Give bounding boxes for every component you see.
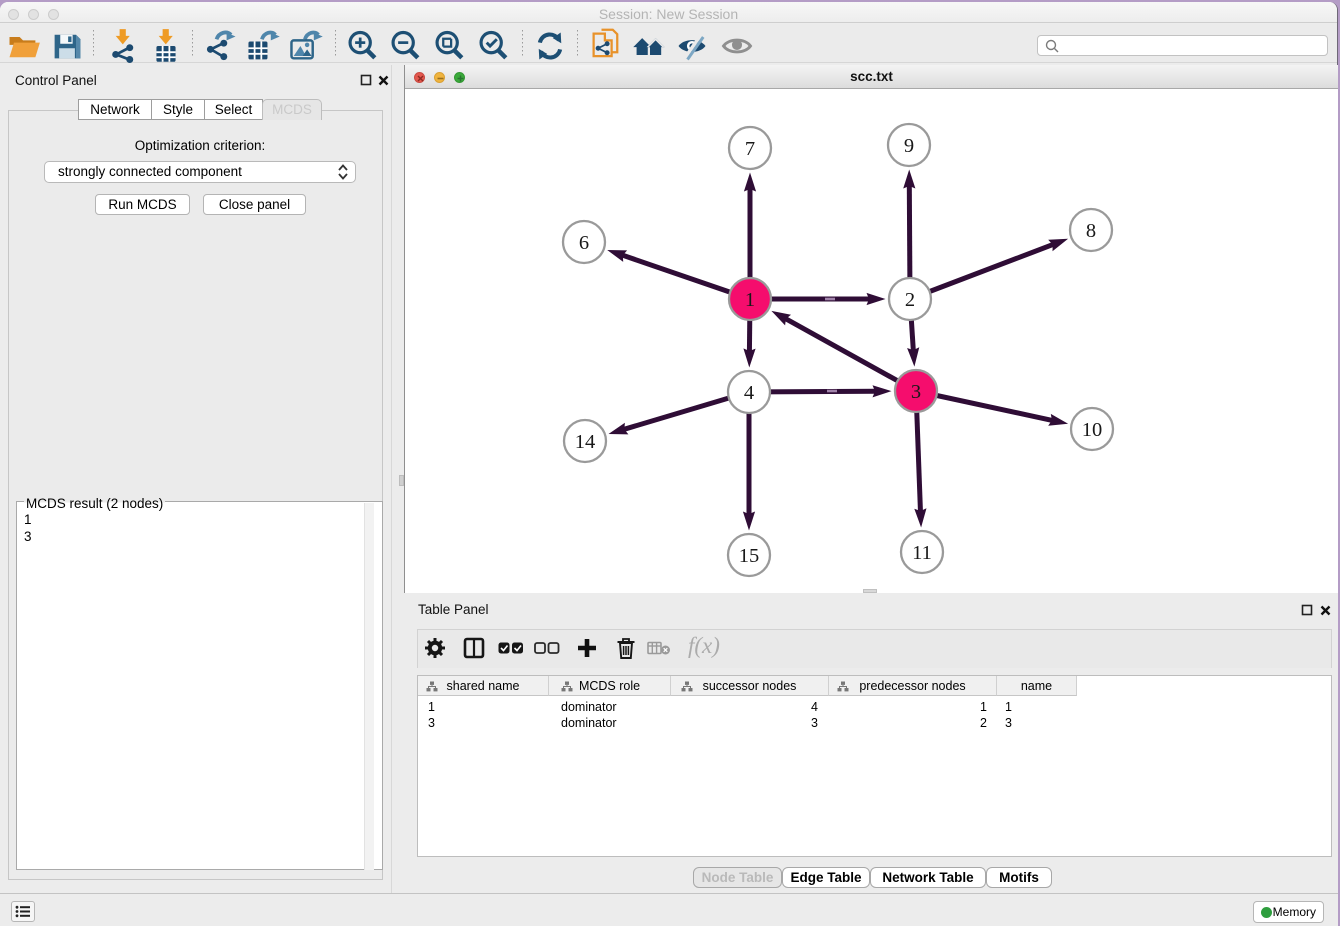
svg-text:4: 4 (744, 382, 754, 404)
svg-text:15: 15 (739, 545, 760, 567)
svg-text:3: 3 (911, 381, 921, 403)
svg-text:6: 6 (579, 232, 589, 254)
svg-text:10: 10 (1082, 419, 1103, 441)
svg-text:11: 11 (912, 542, 932, 564)
svg-text:8: 8 (1086, 220, 1096, 242)
svg-text:7: 7 (745, 138, 755, 160)
svg-text:9: 9 (904, 135, 914, 157)
svg-text:14: 14 (575, 431, 596, 453)
svg-text:1: 1 (745, 289, 755, 311)
svg-text:2: 2 (905, 289, 915, 311)
